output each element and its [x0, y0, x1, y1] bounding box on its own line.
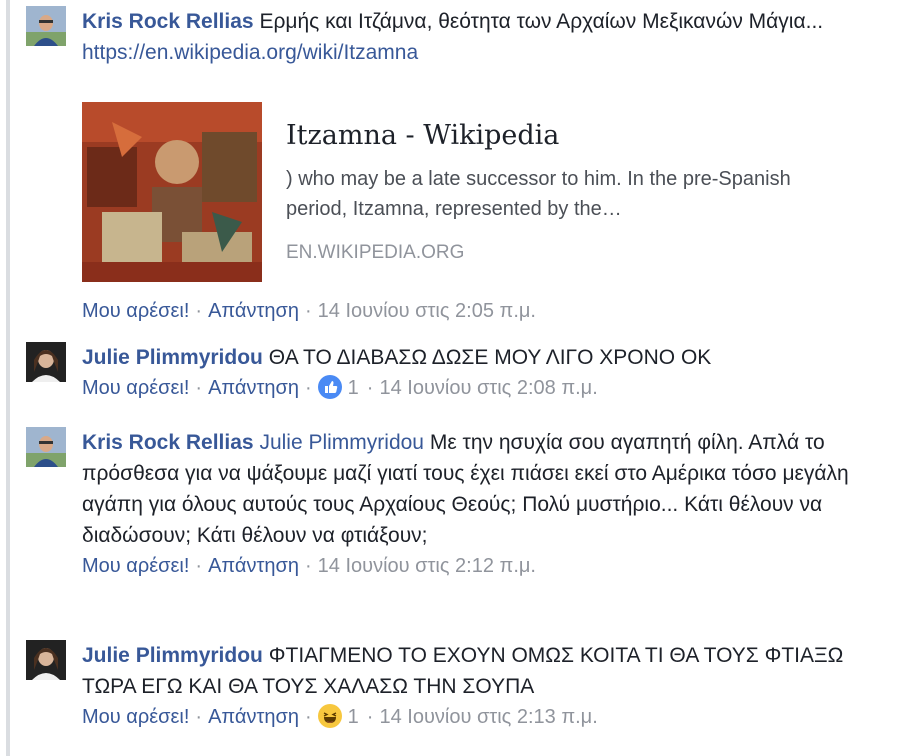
- link-preview[interactable]: Itzamna - Wikipedia ) who may be a late …: [82, 102, 802, 282]
- avatar-julie[interactable]: [26, 342, 66, 382]
- comment-text: Julie Plimmyridou ΦΤΙΑΓΜΕΝΟ ΤΟ ΕΧΟΥΝ ΟΜΩ…: [82, 644, 844, 698]
- timestamp[interactable]: 14 Ιουνίου στις 2:05 π.μ.: [318, 300, 536, 322]
- avatar-julie[interactable]: [26, 640, 66, 680]
- mention-link[interactable]: Julie Plimmyridou: [259, 431, 424, 454]
- preview-title[interactable]: Itzamna - Wikipedia: [286, 116, 802, 156]
- comment-author[interactable]: Kris Rock Rellias: [82, 10, 254, 33]
- like-button[interactable]: Μου αρέσει!: [82, 377, 189, 399]
- comment-actions: Μου αρέσει! · Απάντηση · 1 · 14 Ιουνίου στις 2…: [82, 704, 598, 728]
- comment-actions: Μου αρέσει! · Απάντηση · 14 Ιουνίου στις 2:1…: [82, 555, 536, 577]
- timestamp[interactable]: 14 Ιουνίου στις 2:13 π.μ.: [379, 706, 597, 728]
- reply-button[interactable]: Απάντηση: [208, 555, 299, 577]
- like-button[interactable]: Μου αρέσει!: [82, 555, 189, 577]
- comment-text: Kris Rock Rellias Ερμής και Ιτζάμνα, θεό…: [82, 10, 824, 64]
- comment-author[interactable]: Kris Rock Rellias: [82, 431, 254, 454]
- wiki-link[interactable]: https://en.wikipedia.org/wiki/Itzamna: [82, 41, 418, 64]
- timestamp[interactable]: 14 Ιουνίου στις 2:08 π.μ.: [379, 377, 597, 399]
- like-reaction-icon[interactable]: [317, 375, 342, 399]
- like-button[interactable]: Μου αρέσει!: [82, 706, 189, 728]
- reply-button[interactable]: Απάντηση: [208, 300, 299, 322]
- reply-button[interactable]: Απάντηση: [208, 377, 299, 399]
- thread-line: [6, 0, 10, 756]
- comment-text: Kris Rock Rellias Julie Plimmyridou Με τ…: [82, 431, 849, 547]
- comment-actions: Μου αρέσει! · Απάντηση · 14 Ιουνίου στις 2:0…: [82, 300, 536, 322]
- avatar-kris[interactable]: [26, 6, 66, 46]
- preview-domain: EN.WIKIPEDIA.ORG: [286, 242, 465, 263]
- comment-author[interactable]: Julie Plimmyridou: [82, 644, 263, 667]
- reaction-count[interactable]: 1: [348, 706, 359, 728]
- haha-reaction-icon[interactable]: [317, 704, 342, 728]
- comment-text: Julie Plimmyridou ΘΑ ΤΟ ΔΙΑΒΑΣΩ ΔΩΣΕ ΜΟΥ…: [82, 346, 712, 369]
- avatar-kris[interactable]: [26, 427, 66, 467]
- reaction-count[interactable]: 1: [348, 377, 359, 399]
- timestamp[interactable]: 14 Ιουνίου στις 2:12 π.μ.: [318, 555, 536, 577]
- preview-description: ) who may be a late successor to him. In…: [286, 168, 791, 220]
- preview-thumbnail: [82, 102, 262, 282]
- comment-actions: Μου αρέσει! · Απάντηση · 1 · 14 Ιουνίου στις 2…: [82, 375, 598, 399]
- like-button[interactable]: Μου αρέσει!: [82, 300, 189, 322]
- reply-button[interactable]: Απάντηση: [208, 706, 299, 728]
- comment-author[interactable]: Julie Plimmyridou: [82, 346, 263, 369]
